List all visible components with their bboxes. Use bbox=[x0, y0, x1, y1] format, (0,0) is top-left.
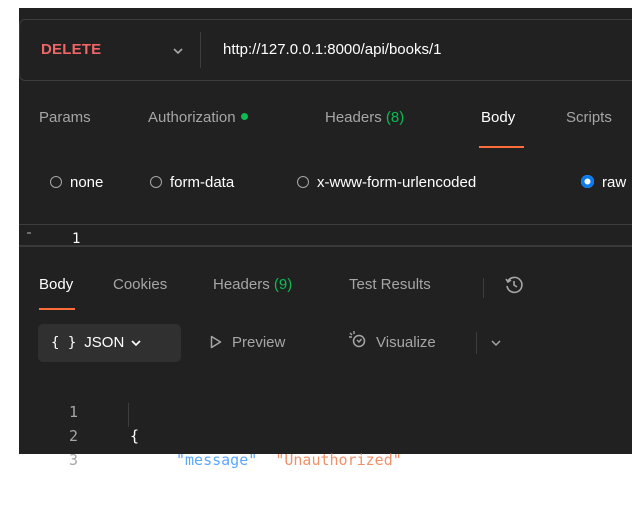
radio-form-data[interactable]: form-data bbox=[150, 168, 234, 198]
json-key: "message" bbox=[176, 451, 258, 469]
chevron-down-icon[interactable] bbox=[490, 337, 502, 349]
radio-icon bbox=[297, 176, 309, 188]
code-close-brace: } bbox=[130, 475, 140, 493]
radio-none[interactable]: none bbox=[50, 168, 103, 198]
response-tabs-separator bbox=[483, 278, 484, 298]
editor-marker bbox=[27, 232, 31, 234]
history-icon[interactable] bbox=[503, 274, 525, 296]
tab-scripts[interactable]: Scripts bbox=[566, 100, 612, 136]
json-colon: : bbox=[257, 451, 276, 469]
code-line: 3 } bbox=[38, 424, 632, 493]
toolbar-separator bbox=[476, 332, 477, 354]
status-dot-icon bbox=[240, 113, 248, 120]
url-input[interactable]: http://127.0.0.1:8000/api/books/1 bbox=[223, 20, 442, 80]
play-icon bbox=[210, 335, 222, 349]
radio-x-www-form-urlencoded[interactable]: x-www-form-urlencoded bbox=[297, 168, 476, 198]
tab-authorization[interactable]: Authorization bbox=[148, 100, 248, 136]
line-number: 3 bbox=[68, 451, 78, 469]
indent-guide bbox=[128, 403, 129, 427]
response-tab-test-results[interactable]: Test Results bbox=[349, 270, 431, 300]
response-tab-headers[interactable]: Headers (9) bbox=[213, 270, 292, 300]
pane-resize-handle[interactable] bbox=[19, 245, 632, 247]
visualize-icon bbox=[349, 331, 366, 348]
braces-icon: { } bbox=[51, 335, 77, 351]
radio-icon bbox=[581, 175, 594, 188]
tab-params[interactable]: Params bbox=[39, 100, 91, 136]
tab-body[interactable]: Body bbox=[481, 100, 515, 136]
chevron-down-icon bbox=[131, 340, 141, 347]
radio-raw[interactable]: raw bbox=[581, 168, 626, 198]
chevron-down-icon[interactable] bbox=[171, 44, 185, 58]
active-tab-underline bbox=[479, 146, 524, 148]
visualize-button[interactable]: Visualize bbox=[348, 324, 436, 362]
request-editor-line-number: 1 bbox=[72, 231, 81, 247]
response-tab-body[interactable]: Body bbox=[39, 270, 73, 300]
response-format-dropdown[interactable]: { } JSON bbox=[38, 324, 181, 362]
radio-icon bbox=[150, 176, 162, 188]
tab-headers[interactable]: Headers (8) bbox=[325, 100, 404, 136]
preview-button[interactable]: Preview bbox=[210, 324, 285, 362]
url-divider bbox=[200, 32, 201, 68]
url-bar: DELETE http://127.0.0.1:8000/api/books/1 bbox=[19, 19, 632, 81]
editor-border bbox=[19, 224, 632, 225]
json-string-value: "Unauthorized" bbox=[275, 451, 402, 469]
method-selector[interactable]: DELETE bbox=[41, 20, 101, 80]
code-line: 1 { bbox=[38, 376, 632, 445]
active-response-tab-underline bbox=[39, 308, 75, 310]
app-window: DELETE http://127.0.0.1:8000/api/books/1… bbox=[0, 0, 632, 493]
radio-icon bbox=[50, 176, 62, 188]
response-tab-cookies[interactable]: Cookies bbox=[113, 270, 167, 300]
